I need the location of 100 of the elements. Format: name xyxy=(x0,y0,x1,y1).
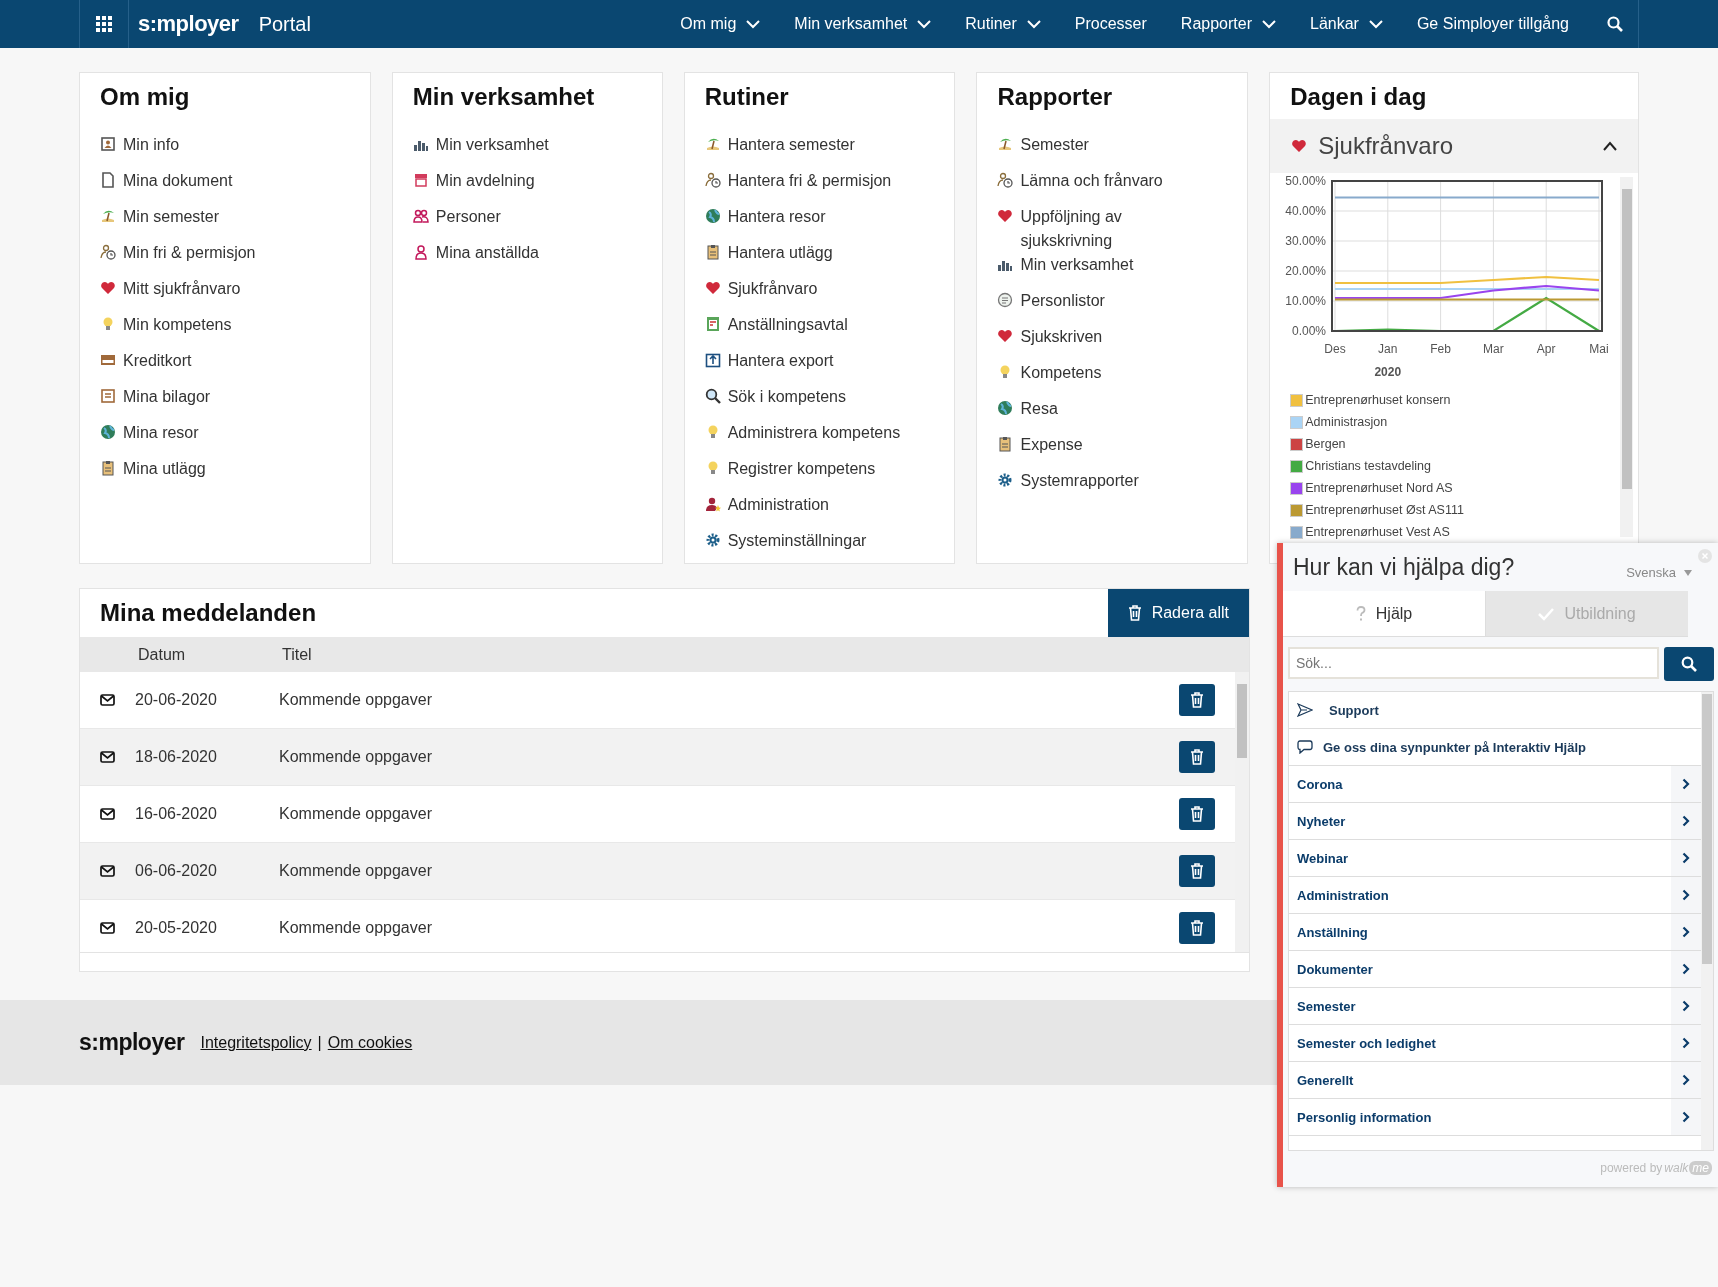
menu-link[interactable]: Mina resor xyxy=(123,421,199,445)
person-clock-icon xyxy=(704,172,721,188)
simployer-logo[interactable]: s:mployer xyxy=(138,11,239,37)
section-header[interactable]: Sjukfrånvaro xyxy=(1270,119,1638,173)
menu-link[interactable]: Min semester xyxy=(123,205,220,229)
receipt-icon xyxy=(100,388,116,404)
help-list-item[interactable]: Semester xyxy=(1289,988,1701,1025)
menu-link[interactable]: Hantera fri & permisjon xyxy=(727,169,892,193)
section-title: Sjukfrånvaro xyxy=(1318,132,1454,160)
menu-link[interactable]: Hantera export xyxy=(727,349,834,373)
menu-link[interactable]: Administration xyxy=(727,493,829,517)
menu-link[interactable]: Mina anställda xyxy=(435,241,539,265)
chevron-right-icon xyxy=(1682,778,1690,790)
list-icon xyxy=(997,292,1014,308)
title-cell-text: Kommende oppgaver xyxy=(279,748,433,766)
nav-menu-item[interactable]: Ge Simployer tillgång xyxy=(1416,15,1569,33)
menu-link[interactable]: Mina dokument xyxy=(123,169,233,193)
clipboard-icon xyxy=(100,460,116,476)
menu-link[interactable]: Systeminställningar xyxy=(727,529,867,553)
menu-link[interactable]: Min verksamhet xyxy=(1020,253,1134,277)
menu-link[interactable]: Administrera kompetens xyxy=(727,421,901,445)
nav-menu-item[interactable]: Min verksamhet xyxy=(794,15,932,33)
menu-link[interactable]: Resa xyxy=(1020,397,1058,421)
nav-menu-item[interactable]: Processer xyxy=(1074,15,1147,33)
person-clock-icon xyxy=(997,172,1014,188)
menu-link[interactable]: Mina utlägg xyxy=(123,457,206,481)
menu-link[interactable]: Anställningsavtal xyxy=(727,313,848,337)
menu-link[interactable]: Min kompetens xyxy=(123,313,232,337)
scrollbar[interactable] xyxy=(1701,692,1713,1150)
help-list-item[interactable]: Administration xyxy=(1289,877,1701,914)
delete-button[interactable] xyxy=(1179,912,1215,944)
menu-link[interactable]: Sjukfrånvaro xyxy=(727,277,818,301)
date-cell-text: 20-05-2020 xyxy=(135,919,218,937)
help-list-item[interactable]: Generellt xyxy=(1289,1062,1701,1099)
clipboard-icon xyxy=(704,244,721,260)
credit-card-icon xyxy=(100,352,116,368)
delete-button[interactable] xyxy=(1179,855,1215,887)
menu-link[interactable]: Personer xyxy=(435,205,501,229)
help-list-item[interactable]: Nyheter xyxy=(1289,803,1701,840)
menu-link[interactable]: Semester xyxy=(1020,133,1089,157)
footer-link[interactable]: Om cookies xyxy=(327,1033,413,1052)
help-list-item[interactable]: Corona xyxy=(1289,766,1701,803)
legend-label: Entreprenørhuset konsern xyxy=(1305,393,1451,407)
delete-button[interactable] xyxy=(1179,684,1215,716)
caret-icon[interactable] xyxy=(1602,141,1618,151)
footer-link[interactable]: Integritetspolicy xyxy=(200,1033,312,1052)
delete-button[interactable] xyxy=(1179,798,1215,830)
delete-all-button[interactable]: Radera allt xyxy=(1107,589,1249,637)
card-title: Dagen i dag xyxy=(1289,83,1428,111)
delete-button[interactable] xyxy=(1179,741,1215,773)
heart-icon xyxy=(997,328,1014,344)
menu-link[interactable]: Hantera resor xyxy=(727,205,826,229)
scrollbar[interactable] xyxy=(1235,672,1249,952)
language-selector[interactable]: Svenska xyxy=(1626,565,1692,580)
x-tick-label: Des xyxy=(1324,342,1346,356)
question-icon xyxy=(1355,605,1366,622)
menu-link[interactable]: Sök i kompetens xyxy=(727,385,846,409)
menu-link[interactable]: Min verksamhet xyxy=(435,133,549,157)
menu-link[interactable]: Registrer kompetens xyxy=(727,457,876,481)
help-list-item[interactable]: Dokumenter xyxy=(1289,951,1701,988)
menu-link[interactable]: Hantera semester xyxy=(727,133,855,157)
menu-link[interactable]: Personlistor xyxy=(1020,289,1105,313)
help-tab[interactable]: Hjälp xyxy=(1283,591,1485,636)
menu-link[interactable]: Mina bilagor xyxy=(123,385,211,409)
envelope-icon xyxy=(100,694,115,706)
menu-link[interactable]: Min avdelning xyxy=(435,169,535,193)
menu-link[interactable]: Lämna och frånvaro xyxy=(1020,169,1163,193)
simployer-logo[interactable]: s:mployer xyxy=(79,1029,185,1056)
panel-title: Mina meddelanden xyxy=(100,599,318,627)
x-tick-label: Feb xyxy=(1430,342,1452,356)
chevron-right-icon xyxy=(1682,1037,1690,1049)
legend-label: Entreprenørhuset Vest AS xyxy=(1305,525,1450,539)
y-tick-label: 50.00% xyxy=(1285,174,1327,188)
menu-link[interactable]: Systemrapporter xyxy=(1020,469,1139,493)
menu-link[interactable]: Uppföljning av sjukskrivning xyxy=(1020,205,1171,253)
menu-link[interactable]: Expense xyxy=(1020,433,1083,457)
menu-link[interactable]: Kreditkort xyxy=(123,349,192,373)
help-list-item[interactable]: Anställning xyxy=(1289,914,1701,951)
help-list-item[interactable]: Personlig information xyxy=(1289,1099,1701,1136)
help-list-item[interactable]: Semester och ledighet xyxy=(1289,1025,1701,1062)
menu-link[interactable]: Kompetens xyxy=(1020,361,1102,385)
menu-link[interactable]: Sjukskriven xyxy=(1020,325,1103,349)
nav-menu-item[interactable]: Rutiner xyxy=(965,15,1041,33)
message-row[interactable]: 06-06-2020 Kommende oppgaver xyxy=(80,843,1235,900)
help-list-item[interactable]: Support xyxy=(1289,692,1701,729)
message-row[interactable]: 18-06-2020 Kommende oppgaver xyxy=(80,729,1235,786)
nav-menu-item[interactable]: Om mig xyxy=(680,15,761,33)
scrollbar[interactable] xyxy=(1620,177,1634,537)
apps-grid-icon[interactable] xyxy=(79,0,129,48)
chevron-right-icon xyxy=(1682,815,1690,827)
menu-link[interactable]: Min info xyxy=(123,133,180,157)
menu-link[interactable]: Mitt sjukfrånvaro xyxy=(123,277,241,301)
menu-link[interactable]: Min fri & permisjon xyxy=(123,241,256,265)
nav-menu-item[interactable]: Länkar xyxy=(1310,15,1383,33)
menu-link[interactable]: Hantera utlägg xyxy=(727,241,833,265)
nav-menu-item[interactable]: Rapporter xyxy=(1180,15,1276,33)
help-list-item[interactable]: Webinar xyxy=(1289,840,1701,877)
search-button[interactable] xyxy=(1664,647,1714,681)
y-tick-label: 10.00% xyxy=(1285,294,1327,308)
search-field[interactable]: Sök... xyxy=(1288,647,1659,679)
